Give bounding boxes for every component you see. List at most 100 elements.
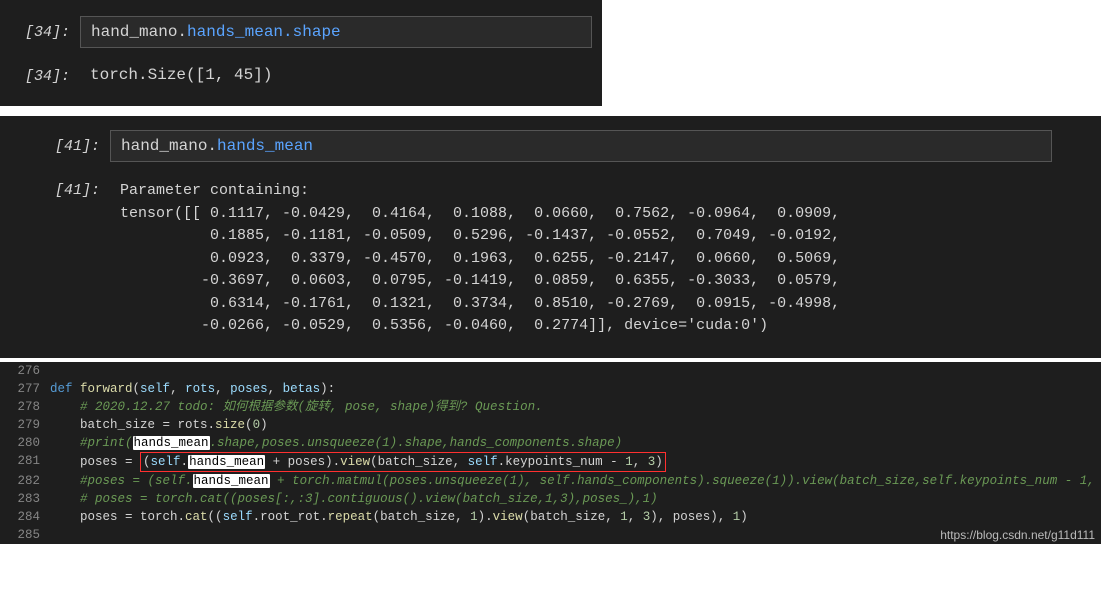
code-content[interactable]: # 2020.12.27 todo: 如何根据参数(旋转, pose, shap… <box>50 398 1101 416</box>
code-token: #print( <box>80 436 133 450</box>
input-prompt-41: [41]: <box>0 130 110 162</box>
code-editor[interactable]: 276277def forward(self, rots, poses, bet… <box>0 362 1101 544</box>
code-line[interactable]: 284 poses = torch.cat((self.root_rot.rep… <box>0 508 1101 526</box>
code-attr-41: hands_mean <box>217 137 313 155</box>
code-line[interactable]: 277def forward(self, rots, poses, betas)… <box>0 380 1101 398</box>
code-token: , <box>215 382 230 396</box>
code-token: # 2020.12.27 todo: 如何根据参数(旋转, pose, shap… <box>80 400 543 414</box>
jupyter-cell-34: [34]: hand_mano.hands_mean.shape [34]: t… <box>0 0 602 106</box>
code-content[interactable]: # poses = torch.cat((poses[:,:3].contigu… <box>50 490 1101 508</box>
code-line[interactable]: 282 #poses = (self.hands_mean + torch.ma… <box>0 472 1101 490</box>
code-obj: hand_mano. <box>91 23 187 41</box>
code-token: cat <box>185 510 208 524</box>
code-token: #poses = (self. <box>80 474 193 488</box>
code-token: self <box>223 510 253 524</box>
code-token: . <box>181 455 189 469</box>
line-number: 276 <box>0 362 50 380</box>
code-token: rots <box>185 382 215 396</box>
line-number: 279 <box>0 416 50 434</box>
code-content[interactable]: #poses = (self.hands_mean + torch.matmul… <box>50 472 1101 490</box>
code-token: 1 <box>620 510 628 524</box>
code-token: batch_size = rots. <box>50 418 215 432</box>
output-text-34: torch.Size([1, 45]) <box>80 60 592 90</box>
line-number: 285 <box>0 526 50 544</box>
line-number: 280 <box>0 434 50 452</box>
code-token: (batch_size, <box>373 510 471 524</box>
output-prompt-34: [34]: <box>0 60 80 90</box>
code-token: 1 <box>625 455 633 469</box>
code-token: forward <box>80 382 133 396</box>
code-token: hands_mean <box>133 436 210 450</box>
code-token: .keypoints_num - <box>498 455 626 469</box>
code-token: self <box>151 455 181 469</box>
code-content[interactable]: #print(hands_mean.shape,poses.unsqueeze(… <box>50 434 1101 452</box>
line-number: 282 <box>0 472 50 490</box>
code-input-34[interactable]: hand_mano.hands_mean.shape <box>80 16 592 48</box>
code-attr: hands_mean <box>187 23 283 41</box>
input-prompt-34: [34]: <box>0 16 80 48</box>
code-token: ( <box>143 455 151 469</box>
code-token: ) <box>655 455 663 469</box>
code-token: poses = torch. <box>50 510 185 524</box>
jupyter-cell-41: [41]: hand_mano.hands_mean [41]: Paramet… <box>0 116 1101 358</box>
code-token: , <box>268 382 283 396</box>
output-cell-34: [34]: torch.Size([1, 45]) <box>0 54 602 96</box>
code-token: hands_mean <box>193 474 270 488</box>
code-token <box>50 474 80 488</box>
code-token: + torch.matmul(poses.unsqueeze(1), self.… <box>270 474 1101 488</box>
code-content[interactable]: poses = torch.cat((self.root_rot.repeat(… <box>50 508 1101 526</box>
code-line[interactable]: 281 poses = (self.hands_mean + poses).vi… <box>0 452 1101 472</box>
code-token: ). <box>478 510 493 524</box>
output-text-41: Parameter containing: tensor([[ 0.1117, … <box>110 174 1091 344</box>
code-token: (( <box>208 510 223 524</box>
code-token: ) <box>260 418 268 432</box>
code-token: ) <box>740 510 748 524</box>
code-content[interactable] <box>50 362 1101 380</box>
code-line[interactable]: 285 <box>0 526 1101 544</box>
code-token <box>50 400 80 414</box>
output-prompt-41: [41]: <box>0 174 110 344</box>
code-token: hands_mean <box>188 455 265 469</box>
code-token: , <box>628 510 643 524</box>
code-token: size <box>215 418 245 432</box>
code-token: , <box>633 455 648 469</box>
code-token <box>50 492 80 506</box>
code-token <box>50 436 80 450</box>
code-token: poses <box>230 382 268 396</box>
code-token: + poses). <box>265 455 340 469</box>
line-number: 281 <box>0 452 50 472</box>
code-token: , <box>170 382 185 396</box>
code-token: (batch_size, <box>523 510 621 524</box>
code-token: (batch_size, <box>370 455 468 469</box>
code-obj-41: hand_mano. <box>121 137 217 155</box>
code-token: ), poses), <box>650 510 733 524</box>
code-line[interactable]: 280 #print(hands_mean.shape,poses.unsque… <box>0 434 1101 452</box>
code-token: .shape,poses.unsqueeze(1).shape,hands_co… <box>210 436 623 450</box>
highlight-box: (self.hands_mean + poses).view(batch_siz… <box>140 452 666 472</box>
tensor-output: Parameter containing: tensor([[ 0.1117, … <box>120 180 1081 338</box>
code-token: repeat <box>328 510 373 524</box>
output-cell-41: [41]: Parameter containing: tensor([[ 0.… <box>0 168 1101 350</box>
code-content[interactable]: poses = (self.hands_mean + poses).view(b… <box>50 452 1101 472</box>
code-content[interactable]: batch_size = rots.size(0) <box>50 416 1101 434</box>
code-token: 1 <box>470 510 478 524</box>
code-token: self <box>468 455 498 469</box>
code-token: # poses = torch.cat((poses[:,:3].contigu… <box>80 492 658 506</box>
code-token: ): <box>320 382 335 396</box>
line-number: 278 <box>0 398 50 416</box>
code-token: 0 <box>253 418 261 432</box>
code-line[interactable]: 283 # poses = torch.cat((poses[:,:3].con… <box>0 490 1101 508</box>
code-token: self <box>140 382 170 396</box>
code-line[interactable]: 276 <box>0 362 1101 380</box>
line-number: 277 <box>0 380 50 398</box>
line-number: 284 <box>0 508 50 526</box>
code-token: .root_rot. <box>253 510 328 524</box>
line-number: 283 <box>0 490 50 508</box>
code-input-41[interactable]: hand_mano.hands_mean <box>110 130 1052 162</box>
code-line[interactable]: 278 # 2020.12.27 todo: 如何根据参数(旋转, pose, … <box>0 398 1101 416</box>
code-content[interactable]: def forward(self, rots, poses, betas): <box>50 380 1101 398</box>
code-token: betas <box>283 382 321 396</box>
code-token: def <box>50 382 80 396</box>
code-line[interactable]: 279 batch_size = rots.size(0) <box>0 416 1101 434</box>
code-token: ( <box>133 382 141 396</box>
